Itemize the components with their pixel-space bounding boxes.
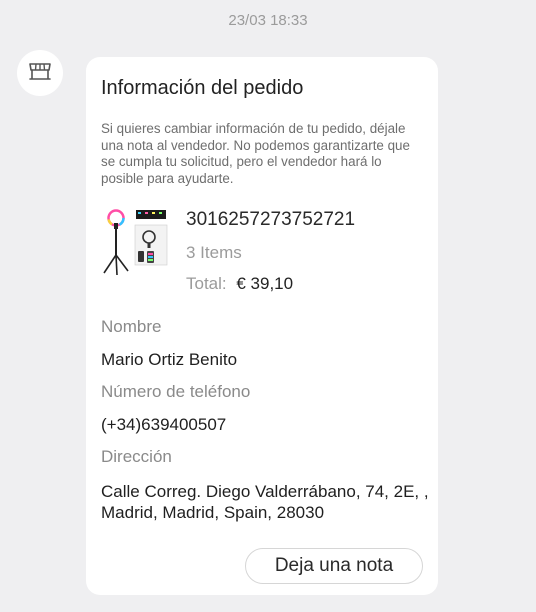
phone-value: (+34)639400507: [101, 415, 227, 434]
items-count: 3 Items: [186, 243, 242, 262]
total-value: € 39,10: [236, 274, 294, 293]
total-label: Total:: [186, 274, 227, 293]
card-description: Si quieres cambiar información de tu ped…: [101, 121, 410, 186]
name-label: Nombre: [101, 317, 162, 336]
address-label: Dirección: [101, 447, 172, 466]
seller-avatar[interactable]: [17, 50, 63, 96]
card-title: Información del pedido: [101, 77, 304, 99]
total-row: Total: € 39,10: [186, 274, 293, 294]
store-icon: [29, 63, 51, 80]
phone-label: Número de teléfono: [101, 382, 251, 401]
message-timestamp: 23/03 18:33: [228, 12, 308, 29]
order-info-card: Información del pedido Si quieres cambia…: [86, 57, 438, 595]
leave-note-button[interactable]: Deja una nota: [245, 548, 423, 584]
order-number: 3016257273752721: [186, 209, 356, 230]
address-value: Calle Correg. Diego Valderrábano, 74, 2E…: [101, 482, 429, 522]
name-value: Mario Ortiz Benito: [101, 350, 238, 369]
ring-light-tripod-image[interactable]: [100, 207, 172, 279]
